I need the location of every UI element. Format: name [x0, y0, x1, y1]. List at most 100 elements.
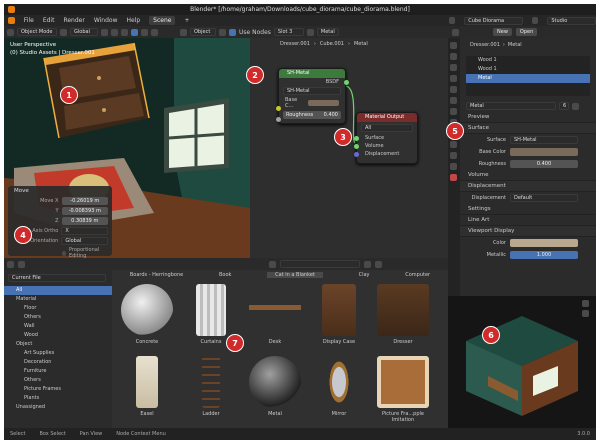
catalog-item[interactable]: Art Supplies: [4, 349, 112, 358]
asset-label[interactable]: Computer: [405, 272, 430, 278]
filter-icon[interactable]: [364, 260, 371, 268]
asset-settings-icon[interactable]: [375, 260, 382, 268]
data-tab-icon[interactable]: [450, 163, 457, 170]
asset-item[interactable]: Dresser: [374, 284, 432, 345]
library-dropdown[interactable]: Current File: [8, 274, 106, 282]
roughness-prop-field[interactable]: 0.400: [510, 160, 578, 168]
roughness-socket[interactable]: [276, 117, 281, 122]
transform-orientation-icon[interactable]: [60, 28, 67, 36]
new-button[interactable]: New: [493, 28, 512, 36]
section-volume[interactable]: Volume: [460, 170, 596, 181]
catalog-all[interactable]: All: [4, 286, 112, 295]
node-group-dropdown[interactable]: SH-Metal: [283, 87, 341, 95]
asset-item[interactable]: Easel: [118, 356, 176, 417]
node-editor[interactable]: Dresser.001 › Cube.001 › Metal SH-Metal BS…: [250, 38, 448, 258]
catalog-item[interactable]: Plants: [4, 394, 112, 403]
asset-item[interactable]: Picture Fra...pple Imitation: [374, 356, 432, 423]
catalog-item[interactable]: Unassigned: [4, 403, 112, 412]
asset-label[interactable]: Boards - Herringbone: [130, 272, 183, 278]
preview-viewport[interactable]: 6: [448, 296, 596, 428]
object-mode-dropdown[interactable]: Object Mode: [17, 28, 57, 36]
tab-scene[interactable]: Scene: [149, 16, 176, 25]
catalog-item[interactable]: Floor: [4, 304, 112, 313]
metallic-field[interactable]: 1.000: [510, 251, 578, 259]
snap-icon[interactable]: [111, 28, 118, 36]
proportional-icon[interactable]: [121, 28, 128, 36]
asset-editor-icon[interactable]: [7, 260, 14, 268]
catalog-item[interactable]: Furniture: [4, 367, 112, 376]
asset-search-input[interactable]: [280, 260, 360, 268]
material-name-field[interactable]: Metal: [466, 102, 556, 110]
zoom-icon[interactable]: [582, 300, 589, 307]
tool-tab-icon[interactable]: [450, 42, 457, 49]
asset-menu-icon[interactable]: [18, 260, 25, 268]
scene-selector[interactable]: Cube Diorama: [464, 16, 523, 25]
add-workspace-icon[interactable]: +: [184, 17, 189, 24]
editor-type-icon[interactable]: [7, 28, 14, 36]
section-preview[interactable]: Preview: [460, 112, 596, 123]
slot-item[interactable]: Wood 1: [466, 56, 590, 65]
catalog-item[interactable]: Wall: [4, 322, 112, 331]
material-output-node[interactable]: Material Output All Surface Volume Displ…: [354, 112, 418, 164]
user-count[interactable]: 6: [559, 102, 569, 110]
proportional-checkbox[interactable]: [62, 250, 66, 256]
menu-window[interactable]: Window: [94, 17, 118, 24]
use-nodes-checkbox[interactable]: [229, 28, 236, 36]
move-y-field[interactable]: -0.008393 m: [61, 207, 108, 215]
volume-socket[interactable]: [354, 144, 359, 149]
shading-icon[interactable]: [151, 28, 158, 36]
asset-label[interactable]: Book: [219, 272, 231, 278]
material-dropdown[interactable]: Metal: [316, 28, 339, 36]
orientation-dropdown[interactable]: Global: [70, 28, 98, 36]
section-line-art[interactable]: Line Art: [460, 215, 596, 226]
overlay-icon[interactable]: [141, 28, 148, 36]
menu-render[interactable]: Render: [63, 17, 84, 24]
operator-title[interactable]: Move: [8, 186, 112, 196]
node-object-dropdown[interactable]: Object: [190, 28, 216, 36]
scene-tab-icon[interactable]: [450, 86, 457, 93]
slot-dropdown[interactable]: Slot 3: [273, 28, 304, 36]
constraints-tab-icon[interactable]: [450, 152, 457, 159]
slot-item[interactable]: Wood 1: [466, 65, 590, 74]
pivot-icon[interactable]: [101, 28, 108, 36]
slot-item-active[interactable]: Metal: [466, 74, 590, 83]
pan-hand-icon[interactable]: [582, 310, 589, 317]
sh-metal-node[interactable]: SH-Metal BSDF SH-Metal Base C... Roughne…: [276, 68, 349, 124]
asset-label[interactable]: Clay: [359, 272, 370, 278]
asset-label-selected[interactable]: Cat in a Blanket: [267, 271, 323, 278]
surface-shader-dropdown[interactable]: SH-Metal: [510, 136, 578, 144]
operator-orientation-dropdown[interactable]: Global: [61, 237, 108, 245]
bsdf-output-socket[interactable]: [344, 80, 349, 85]
blender-menu-icon[interactable]: [8, 17, 15, 24]
material-output-header[interactable]: Material Output: [357, 113, 417, 122]
catalog-item[interactable]: Decoration: [4, 358, 112, 367]
material-tab-icon[interactable]: [450, 174, 457, 181]
fake-user-icon[interactable]: [572, 102, 579, 110]
catalog-item[interactable]: Material: [4, 295, 112, 304]
catalog-item[interactable]: Others: [4, 376, 112, 385]
catalog-item[interactable]: Picture Frames: [4, 385, 112, 394]
displacement-dropdown[interactable]: Default: [510, 194, 578, 202]
section-settings[interactable]: Settings: [460, 204, 596, 215]
menu-help[interactable]: Help: [126, 17, 140, 24]
base-color-socket[interactable]: [276, 106, 281, 111]
color-swatch[interactable]: [510, 239, 578, 247]
material-slot-list[interactable]: Wood 1 Wood 1 Metal: [466, 56, 590, 96]
catalog-item[interactable]: Wood: [4, 331, 112, 340]
move-z-field[interactable]: 0.30839 m: [61, 217, 108, 225]
viewport-shading-icon[interactable]: [131, 28, 138, 36]
menu-edit[interactable]: Edit: [43, 17, 55, 24]
catalog-item[interactable]: Others: [4, 313, 112, 322]
view-layer-tab-icon[interactable]: [450, 75, 457, 82]
move-x-field[interactable]: -0.26019 m: [61, 197, 108, 205]
node-editor-icon[interactable]: [180, 28, 187, 36]
props-editor-icon[interactable]: [452, 28, 459, 36]
asset-item[interactable]: Display Case: [310, 284, 368, 345]
sh-metal-node-header[interactable]: SH-Metal: [279, 69, 345, 78]
base-color-swatch[interactable]: [308, 100, 339, 106]
menu-file[interactable]: File: [24, 17, 34, 24]
asset-item[interactable]: Ladder: [182, 356, 240, 417]
output-tab-icon[interactable]: [450, 64, 457, 71]
roughness-field[interactable]: Roughness 0.400: [283, 111, 341, 119]
catalog-item[interactable]: Object: [4, 340, 112, 349]
